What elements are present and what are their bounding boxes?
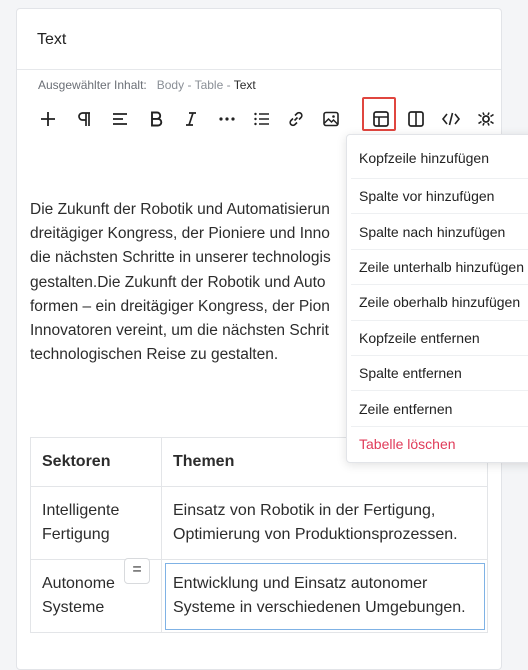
code-icon: [441, 112, 461, 126]
menu-item-add-column-after[interactable]: Spalte nach hinzufügen: [351, 214, 528, 250]
bold-icon: [151, 111, 163, 127]
insert-button[interactable]: [33, 104, 63, 134]
table-cell[interactable]: Einsatz von Robotik in der Fertigung, Op…: [161, 486, 488, 560]
paragraph-line: technologischen Reise zu gestalten.: [30, 346, 279, 364]
menu-item-remove-row[interactable]: Zeile entfernen: [351, 391, 528, 427]
menu-item-add-header[interactable]: Kopfzeile hinzufügen: [351, 135, 528, 179]
menu-item-delete-table[interactable]: Tabelle löschen: [351, 427, 528, 462]
image-icon: [323, 111, 339, 127]
table-cell-focused[interactable]: Entwicklung und Einsatz autonomer System…: [161, 559, 488, 633]
code-button[interactable]: [436, 104, 466, 134]
image-button[interactable]: [316, 104, 346, 134]
menu-item-remove-header[interactable]: Kopfzeile entfernen: [351, 321, 528, 356]
table-header-cell[interactable]: Sektoren: [30, 437, 162, 487]
paragraph-line: die nächsten Schritte in unserer technol…: [30, 249, 331, 267]
columns-icon: [408, 111, 424, 127]
editor-toolbar: [31, 97, 494, 134]
paragraph-line: Innovatoren vereint, um die nächsten Sch…: [30, 322, 329, 340]
paragraph-line: Die Zukunft der Robotik und Automatisier…: [30, 198, 350, 222]
align-button[interactable]: [105, 104, 135, 134]
columns-button[interactable]: [401, 104, 431, 134]
breadcrumb-item-body[interactable]: Body: [157, 78, 184, 92]
italic-icon: [186, 112, 196, 126]
breadcrumb-item-table[interactable]: Table: [195, 78, 224, 92]
list-icon: [254, 112, 269, 126]
align-icon: [113, 113, 127, 125]
bold-button[interactable]: [141, 104, 171, 134]
paragraph-button[interactable]: [69, 104, 99, 134]
paragraph-line: dreitägiger Kongress, der Pioniere und I…: [30, 225, 330, 243]
paragraph-icon: [78, 112, 90, 126]
breadcrumb: Ausgewählter Inhalt: Body - Table - Text: [38, 78, 256, 92]
more-icon: [219, 117, 235, 121]
breadcrumb-item-text[interactable]: Text: [234, 78, 256, 92]
table-context-menu: Kopfzeile hinzufügen Spalte vor hinzufüg…: [346, 134, 528, 464]
paragraph-line: gestalten.Die Zukunft der Robotik und Au…: [30, 273, 326, 291]
breadcrumb-label: Ausgewählter Inhalt:: [38, 78, 147, 92]
focus-icon: [478, 112, 494, 126]
menu-item-add-column-before[interactable]: Spalte vor hinzufügen: [351, 179, 528, 215]
table-button[interactable]: [362, 97, 396, 134]
breadcrumb-separator: -: [226, 78, 231, 92]
italic-button[interactable]: [176, 104, 206, 134]
table-row: Intelligente Fertigung Einsatz von Robot…: [30, 486, 488, 560]
more-button[interactable]: [212, 104, 242, 134]
table-cell[interactable]: Intelligente Fertigung: [30, 486, 162, 560]
table-icon: [373, 111, 389, 127]
block-title: Text: [37, 31, 67, 48]
link-button[interactable]: [281, 104, 311, 134]
menu-item-add-row-below[interactable]: Zeile unterhalb hinzufügen: [351, 250, 528, 286]
breadcrumb-separator: -: [187, 78, 192, 92]
link-icon: [289, 111, 303, 127]
focus-button[interactable]: [471, 104, 501, 134]
paragraph[interactable]: Die Zukunft der Robotik und Automatisier…: [30, 198, 350, 367]
menu-item-add-row-above[interactable]: Zeile oberhalb hinzufügen: [351, 285, 528, 321]
paragraph-line: formen – ein dreitägiger Kongress, der P…: [30, 297, 330, 315]
menu-item-remove-column[interactable]: Spalte entfernen: [351, 356, 528, 392]
plus-icon: [41, 112, 55, 126]
content-table[interactable]: Sektoren Themen Intelligente Fertigung E…: [30, 437, 488, 633]
row-drag-handle[interactable]: =: [124, 558, 150, 584]
list-button[interactable]: [247, 104, 277, 134]
line-text: Die Zukunft der Robotik und Automatisier…: [30, 201, 330, 218]
table-row: Autonome Systeme Entwicklung und Einsatz…: [30, 559, 488, 633]
